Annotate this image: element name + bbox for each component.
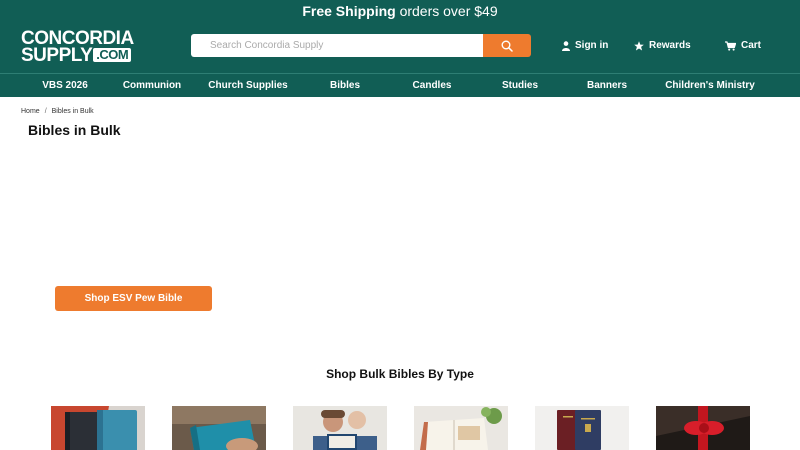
nav-item-banners[interactable]: Banners (587, 74, 627, 98)
nav-item-communion[interactable]: Communion (123, 74, 181, 98)
sign-in-label: Sign in (575, 40, 609, 51)
site-logo[interactable]: CONCORDIA SUPPLY .COM (21, 29, 134, 66)
category-tile-3[interactable] (293, 406, 387, 450)
cart-icon (725, 40, 736, 51)
promo-bar: Free Shipping orders over $49 (0, 0, 800, 23)
nav-item-candles[interactable]: Candles (413, 74, 452, 98)
promo-rest: orders over $49 (395, 3, 498, 19)
nav-item-church-supplies[interactable]: Church Supplies (208, 74, 287, 98)
nav-item-bibles[interactable]: Bibles (330, 74, 360, 98)
category-tile-5[interactable] (535, 406, 629, 450)
rewards-label: Rewards (649, 40, 691, 51)
breadcrumb-separator: / (44, 108, 47, 115)
nav-item-childrens-ministry[interactable]: Children's Ministry (665, 74, 755, 98)
logo-line2-text: SUPPLY (21, 45, 93, 66)
star-icon (634, 40, 644, 50)
category-image-4 (414, 406, 508, 450)
logo-suffix: .COM (93, 48, 132, 62)
category-tile-6[interactable] (656, 406, 750, 450)
logo-line2: SUPPLY .COM (21, 45, 133, 66)
sign-in-link[interactable]: Sign in (562, 40, 608, 51)
category-tile-1[interactable] (51, 406, 145, 450)
nav-item-studies[interactable]: Studies (502, 74, 538, 98)
category-tile-4[interactable] (414, 406, 508, 450)
site-header: CONCORDIA SUPPLY.COM Sign in Rewards (0, 23, 800, 73)
page-title: Bibles in Bulk (28, 122, 121, 138)
shop-esv-pew-bible-button[interactable]: Shop ESV Pew Bible (55, 286, 212, 311)
category-image-6 (656, 406, 750, 450)
category-image-3 (293, 406, 387, 450)
category-image-2 (172, 406, 266, 450)
promo-bold: Free Shipping (302, 3, 396, 19)
cart-link[interactable]: Cart (725, 40, 761, 51)
category-tile-2[interactable] (172, 406, 266, 450)
main-nav: VBS 2026 Communion Church Supplies Bible… (0, 73, 800, 97)
nav-item-vbs-2026[interactable]: VBS 2026 (42, 74, 88, 98)
search-bar (191, 34, 531, 57)
breadcrumb-current: Bibles in Bulk (51, 108, 94, 115)
user-icon (562, 40, 570, 51)
search-input[interactable] (191, 34, 483, 57)
section-title: Shop Bulk Bibles By Type (326, 367, 474, 381)
category-image-5 (535, 406, 629, 450)
search-icon (501, 40, 513, 52)
rewards-link[interactable]: Rewards (634, 40, 691, 51)
cart-label: Cart (741, 40, 762, 51)
breadcrumb: Home / Bibles in Bulk (21, 108, 94, 115)
search-button[interactable] (483, 34, 531, 57)
category-image-1 (51, 406, 145, 450)
breadcrumb-home[interactable]: Home (21, 108, 40, 115)
